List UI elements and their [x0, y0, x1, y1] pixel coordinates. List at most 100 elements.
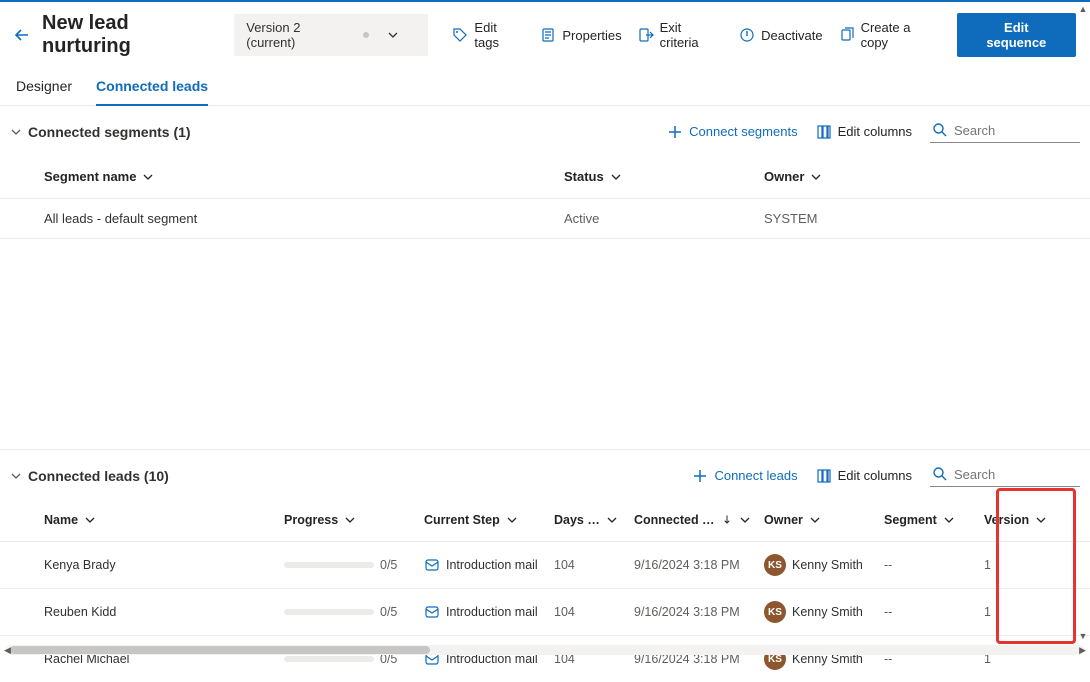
chevron-down-icon: [809, 514, 821, 526]
segments-grid: Segment name Status Owner All leads - de…: [0, 153, 1090, 239]
avatar: KS: [764, 601, 786, 623]
col-days[interactable]: Days …: [554, 513, 634, 527]
col-current-step[interactable]: Current Step: [424, 513, 554, 527]
connect-leads-button[interactable]: Connect leads: [692, 468, 797, 484]
edit-sequence-button[interactable]: Edit sequence: [957, 13, 1076, 57]
columns-icon: [816, 468, 832, 484]
edit-columns-label: Edit columns: [838, 468, 912, 483]
horizontal-scrollbar[interactable]: ◀ ▶: [6, 645, 1084, 655]
chevron-down-icon: [739, 514, 751, 526]
lead-days-cell: 104: [554, 605, 634, 619]
document-icon: [540, 27, 556, 43]
chevron-down-icon[interactable]: [10, 470, 22, 482]
lead-step-cell: Introduction mail: [424, 604, 554, 620]
edit-columns-leads-button[interactable]: Edit columns: [816, 468, 912, 484]
progress-bar: [284, 562, 374, 568]
chevron-down-icon: [943, 514, 955, 526]
tag-icon: [452, 27, 468, 43]
scroll-left-icon[interactable]: ◀: [4, 645, 11, 656]
chevron-down-icon: [610, 171, 622, 183]
properties-label: Properties: [562, 28, 621, 43]
lead-row[interactable]: Rachel Michael 0/5 Introduction mail 104…: [0, 636, 1090, 682]
lead-name-cell: Reuben Kidd: [44, 605, 284, 619]
col-owner[interactable]: Owner: [764, 513, 884, 527]
power-icon: [739, 27, 755, 43]
segment-status-cell: Active: [564, 211, 764, 226]
lead-version-cell: 1: [984, 558, 1054, 572]
edit-tags-button[interactable]: Edit tags: [452, 20, 524, 50]
leads-grid-header: Name Progress Current Step Days … Connec…: [0, 497, 1090, 542]
search-icon: [932, 122, 948, 138]
lead-days-cell: 104: [554, 558, 634, 572]
lead-connected-cell: 9/16/2024 3:18 PM: [634, 605, 764, 619]
lead-owner-cell: KSKenny Smith: [764, 601, 884, 623]
segments-search[interactable]: [930, 120, 1080, 143]
progress-bar: [284, 656, 374, 662]
leads-section-header: Connected leads (10) Connect leads Edit …: [0, 450, 1090, 497]
lead-segment-cell: --: [884, 605, 984, 619]
version-dropdown[interactable]: Version 2 (current): [234, 14, 428, 56]
vertical-scrollbar[interactable]: ▲ ▼: [1078, 4, 1088, 641]
copy-icon: [839, 27, 855, 43]
chevron-down-icon: [810, 171, 822, 183]
lead-owner-cell: KSKenny Smith: [764, 554, 884, 576]
lead-version-cell: 1: [984, 605, 1054, 619]
col-status[interactable]: Status: [564, 169, 764, 184]
col-connected[interactable]: Connected …: [634, 513, 764, 527]
version-label: Version 2 (current): [246, 20, 352, 50]
col-owner[interactable]: Owner: [764, 169, 1090, 184]
lead-row[interactable]: Kenya Brady 0/5 Introduction mail 104 9/…: [0, 542, 1090, 589]
page-title: New lead nurturing: [42, 12, 222, 58]
scroll-down-icon[interactable]: ▼: [1079, 631, 1088, 641]
create-copy-button[interactable]: Create a copy: [839, 20, 941, 50]
segment-row[interactable]: All leads - default segment Active SYSTE…: [0, 199, 1090, 239]
exit-criteria-label: Exit criteria: [660, 20, 724, 50]
deactivate-button[interactable]: Deactivate: [739, 27, 822, 43]
chevron-down-icon: [606, 514, 618, 526]
connect-segments-label: Connect segments: [689, 124, 797, 139]
col-progress[interactable]: Progress: [284, 513, 424, 527]
back-button[interactable]: [14, 27, 30, 43]
scroll-right-icon[interactable]: ▶: [1079, 645, 1086, 656]
col-version[interactable]: Version: [984, 513, 1054, 527]
columns-icon: [816, 124, 832, 140]
leads-search[interactable]: [930, 464, 1080, 487]
tab-connected-leads[interactable]: Connected leads: [96, 70, 208, 106]
chevron-down-icon: [506, 514, 518, 526]
progress-bar: [284, 609, 374, 615]
col-segment-name[interactable]: Segment name: [44, 169, 564, 184]
lead-name-cell: Kenya Brady: [44, 558, 284, 572]
edit-columns-segments-button[interactable]: Edit columns: [816, 124, 912, 140]
lead-progress-cell: 0/5: [284, 558, 424, 572]
segments-title: Connected segments (1): [28, 124, 191, 140]
plus-icon: [692, 468, 708, 484]
leads-search-input[interactable]: [954, 467, 1064, 482]
lead-row[interactable]: Reuben Kidd 0/5 Introduction mail 104 9/…: [0, 589, 1090, 636]
col-segment[interactable]: Segment: [884, 513, 984, 527]
properties-button[interactable]: Properties: [540, 27, 621, 43]
search-icon: [932, 466, 948, 482]
edit-tags-label: Edit tags: [474, 20, 524, 50]
scroll-up-icon[interactable]: ▲: [1079, 4, 1088, 14]
chevron-down-icon: [387, 29, 399, 41]
tab-strip: Designer Connected leads: [0, 64, 1090, 106]
chevron-down-icon[interactable]: [10, 126, 22, 138]
chevron-down-icon: [1035, 514, 1047, 526]
status-dot-icon: [363, 32, 369, 38]
lead-step-cell: Introduction mail: [424, 557, 554, 573]
connect-segments-button[interactable]: Connect segments: [667, 124, 797, 140]
tab-designer[interactable]: Designer: [16, 70, 72, 105]
lead-progress-cell: 0/5: [284, 605, 424, 619]
segment-owner-cell: SYSTEM: [764, 211, 1090, 226]
col-lead-name[interactable]: Name: [44, 513, 284, 527]
scroll-thumb[interactable]: [10, 646, 430, 654]
mail-icon: [424, 557, 440, 573]
segments-grid-header: Segment name Status Owner: [0, 153, 1090, 199]
exit-criteria-button[interactable]: Exit criteria: [638, 20, 724, 50]
arrow-left-icon: [14, 27, 30, 43]
connect-leads-label: Connect leads: [714, 468, 797, 483]
segments-search-input[interactable]: [954, 123, 1064, 138]
segments-section-header: Connected segments (1) Connect segments …: [0, 106, 1090, 153]
create-copy-label: Create a copy: [861, 20, 941, 50]
mail-icon: [424, 604, 440, 620]
